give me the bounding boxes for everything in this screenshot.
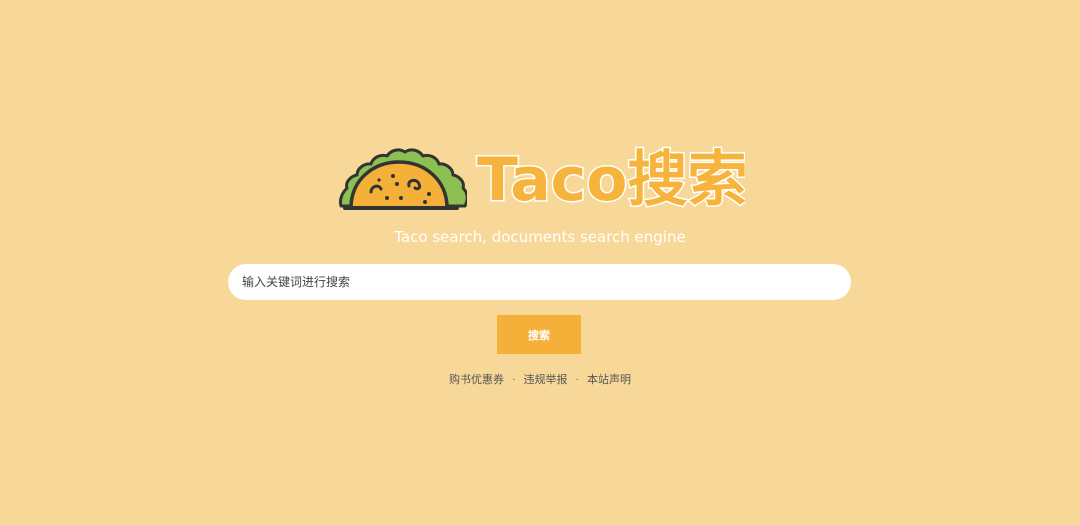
footer-separator: ·: [512, 373, 516, 386]
search-box: [228, 264, 851, 300]
footer-separator: ·: [575, 373, 580, 386]
footer-links: 购书优惠券 · 违规举报 · 本站声明: [0, 372, 1080, 388]
coupon-link[interactable]: 购书优惠券: [449, 373, 504, 386]
tagline: Taco search, documents search engine: [394, 228, 686, 246]
disclaimer-link[interactable]: 本站声明: [587, 373, 631, 386]
search-home-page: Taco搜索 Taco search, documents search eng…: [0, 0, 1080, 525]
taco-icon: [339, 148, 467, 210]
brand-name: Taco搜索: [477, 145, 745, 215]
brand-logo: Taco搜索: [335, 138, 755, 218]
search-button[interactable]: 搜索: [497, 315, 581, 354]
search-input[interactable]: [228, 264, 851, 300]
brand-wordmark: Taco搜索: [476, 144, 746, 217]
report-link[interactable]: 违规举报: [524, 373, 568, 386]
